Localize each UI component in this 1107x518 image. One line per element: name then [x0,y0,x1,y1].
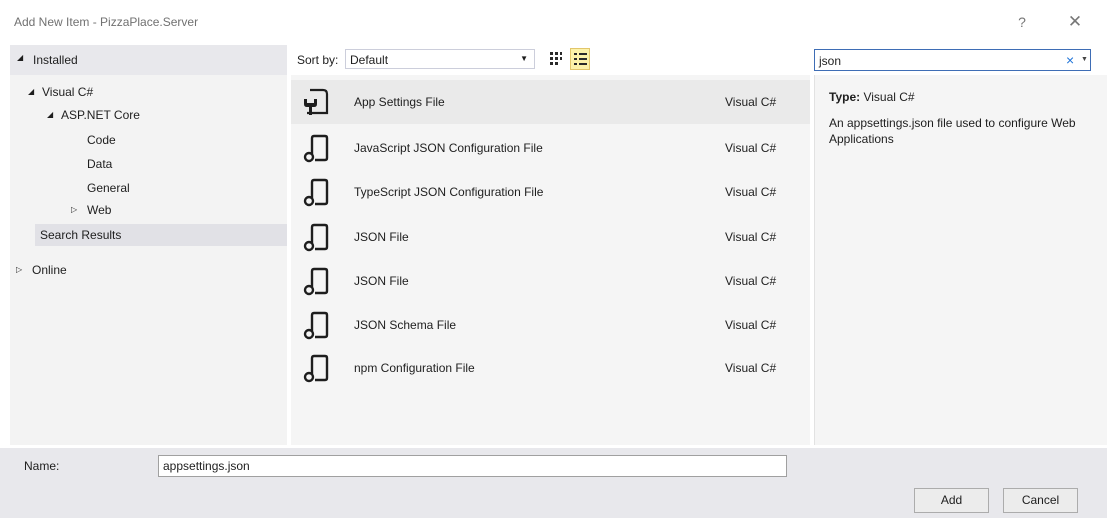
template-row[interactable]: JSON File Visual C# [291,215,810,259]
template-row[interactable]: JSON File Visual C# [291,259,810,303]
template-name: JSON Schema File [354,318,457,332]
tree-item-aspnet-core[interactable]: ◢ ASP.NET Core [47,108,140,122]
template-row[interactable]: npm Configuration File Visual C# [291,346,810,390]
tree-item-label: Visual C# [42,85,94,99]
tree-item-label: Web [87,203,112,217]
json-file-icon [303,311,329,340]
expanded-arrow-icon: ◢ [47,110,54,119]
expanded-arrow-icon: ◢ [28,87,35,96]
json-file-icon [303,223,329,252]
template-row[interactable]: JavaScript JSON Configuration File Visua… [291,126,810,170]
template-language: Visual C# [725,95,777,109]
list-view-icon [574,53,587,65]
template-name: JSON File [354,274,409,288]
settings-file-icon [304,88,329,115]
template-language: Visual C# [725,318,777,332]
template-language: Visual C# [725,361,777,375]
template-name: JavaScript JSON Configuration File [354,141,543,155]
category-tree [10,75,287,445]
template-name: npm Configuration File [354,361,475,375]
tree-item-label: Search Results [40,228,122,242]
json-file-icon [303,267,329,296]
template-language: Visual C# [725,141,777,155]
template-language: Visual C# [725,185,777,199]
cancel-button[interactable]: Cancel [1003,488,1078,513]
template-row[interactable]: JSON Schema File Visual C# [291,303,810,347]
installed-label: Installed [33,53,78,67]
tree-item-code[interactable]: Code [87,133,116,147]
sort-by-value: Default [350,53,389,67]
template-name: TypeScript JSON Configuration File [354,185,544,199]
chevron-down-icon: ▼ [520,54,528,63]
json-file-icon [303,178,329,207]
template-name: App Settings File [354,95,445,109]
sort-by-label: Sort by: [297,53,339,67]
clear-search-icon[interactable]: × [1066,52,1074,68]
tree-item-label: Online [32,263,67,277]
template-language: Visual C# [725,230,777,244]
name-field-container [158,455,787,477]
installed-header[interactable]: ◢ Installed [10,45,287,75]
window-title: Add New Item - PizzaPlace.Server [14,15,199,29]
name-field[interactable] [159,456,767,476]
tree-item-data[interactable]: Data [87,157,112,171]
list-view-button[interactable] [570,48,590,70]
add-button[interactable]: Add [914,488,989,513]
close-button[interactable]: ✕ [1063,11,1087,33]
type-line: Type: Visual C# [829,90,915,104]
type-value: Visual C# [863,90,915,104]
collapse-arrow-icon: ◢ [17,53,24,62]
search-options-dropdown-icon[interactable]: ▼ [1081,56,1088,63]
template-row[interactable]: App Settings File Visual C# [291,80,810,124]
tree-item-visual-csharp[interactable]: ◢ Visual C# [28,85,93,99]
help-button[interactable]: ? [1011,12,1033,32]
template-language: Visual C# [725,274,777,288]
collapsed-arrow-icon: ▷ [16,265,23,274]
template-row[interactable]: TypeScript JSON Configuration File Visua… [291,170,810,214]
sort-by-dropdown[interactable]: Default ▼ [345,49,535,69]
json-file-icon [303,354,329,383]
collapsed-arrow-icon: ▷ [71,205,78,214]
tree-item-search-results[interactable]: Search Results [35,224,287,246]
search-value: json [819,54,842,68]
json-file-icon [303,134,329,163]
grid-view-button[interactable] [546,48,566,70]
tree-item-label: ASP.NET Core [61,108,140,122]
tree-item-general[interactable]: General [87,181,130,195]
template-name: JSON File [354,230,409,244]
search-input[interactable]: json × ▼ [814,49,1091,71]
tree-item-web[interactable]: ▷ Web [71,203,111,217]
name-label: Name: [24,459,60,473]
template-description: An appsettings.json file used to configu… [829,116,1076,146]
type-label: Type: [829,90,861,104]
grid-view-icon [550,52,562,65]
